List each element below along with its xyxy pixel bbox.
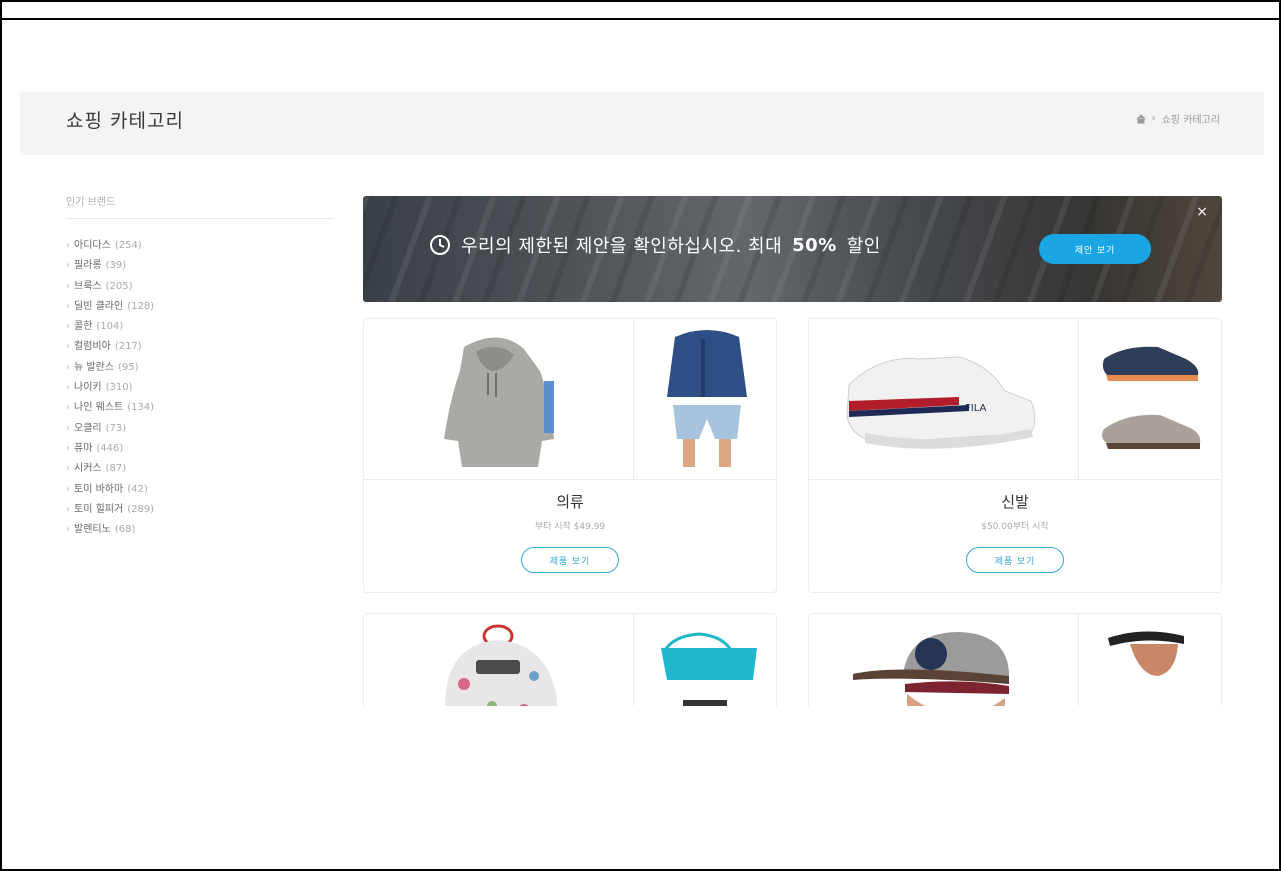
screenshot-frame-border xyxy=(0,0,1281,871)
